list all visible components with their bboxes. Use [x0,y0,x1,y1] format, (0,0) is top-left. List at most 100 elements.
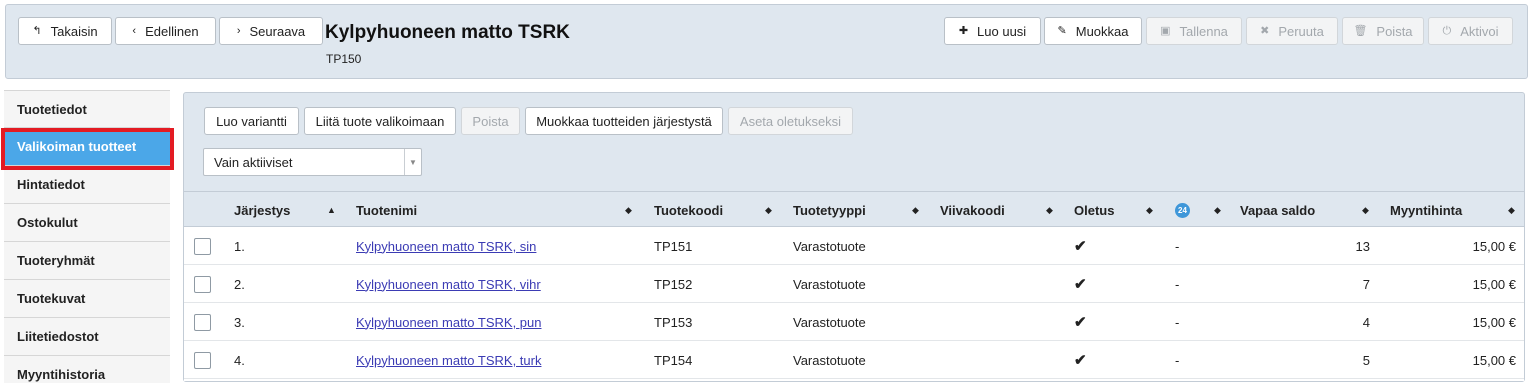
sidebar-item-purchase-costs[interactable]: Ostokulut [4,204,170,242]
row-price: 15,00 € [1472,238,1516,254]
back-button-label: Takaisin [50,23,98,39]
row-checkbox[interactable] [194,313,211,331]
column-code[interactable]: Tuotekoodi [654,192,723,228]
row-price: 15,00 € [1472,352,1516,368]
row-free-balance: 5 [1362,352,1370,368]
create-variant-button[interactable]: Luo variantti [204,107,299,135]
row-order: 4. [234,352,245,368]
products-table: Järjestys ▲ Tuotenimi ◆ Tuotekoodi ◆ Tuo… [184,191,1524,381]
pencil-icon: ✎ [1057,24,1067,37]
row-checkbox[interactable] [194,237,211,255]
new-button-label: Luo uusi [977,23,1027,39]
save-button[interactable]: ▣ Tallenna [1146,17,1242,45]
sidebar-item-pricing[interactable]: Hintatiedot [4,166,170,204]
row-code: TP151 [654,238,693,254]
previous-button-label: Edellinen [145,23,199,39]
product-link[interactable]: Kylpyhuoneen matto TSRK, vihr [356,277,541,292]
save-button-label: Tallenna [1179,23,1228,39]
row-order: 3. [234,314,245,330]
sort-icon[interactable]: ◆ [1214,192,1221,228]
product-code: TP150 [326,52,362,66]
row-order: 2. [234,276,245,292]
column-default[interactable]: Oletus [1074,192,1114,228]
row-free-balance: 7 [1362,276,1370,292]
activate-button-label: Aktivoi [1460,23,1499,39]
column-price[interactable]: Myyntihinta [1390,192,1462,228]
sort-icon[interactable]: ◆ [765,192,772,228]
attach-product-button[interactable]: Liitä tuote valikoimaan [304,107,456,135]
row-order: 1. [234,238,245,254]
sort-icon[interactable]: ◆ [912,192,919,228]
edit-button[interactable]: ✎ Muokkaa [1044,17,1142,45]
floppy-icon: ▣ [1160,24,1171,37]
sort-icon[interactable]: ◆ [1146,192,1153,228]
row-badge-value: - [1175,352,1180,368]
table-row[interactable]: 1. Kylpyhuoneen matto TSRK, sin TP151 Va… [184,227,1524,265]
sidebar-item-sales-history[interactable]: Myyntihistoria [4,356,170,383]
row-code: TP153 [654,314,693,330]
sidebar-item-product-images[interactable]: Tuotekuvat [4,280,170,318]
calendar-badge-icon: 24 [1175,202,1190,218]
sidebar-item-product-info[interactable]: Tuotetiedot [4,90,170,128]
page-title: Kylpyhuoneen matto TSRK [325,22,570,43]
back-arrow-icon: ↰ [32,24,42,37]
column-free-balance[interactable]: Vapaa saldo [1240,192,1315,228]
edit-button-label: Muokkaa [1075,23,1129,39]
column-badge[interactable]: 24 [1175,192,1190,228]
sidebar-item-product-groups[interactable]: Tuoteryhmät [4,242,170,280]
table-row[interactable]: 3. Kylpyhuoneen matto TSRK, pun TP153 Va… [184,303,1524,341]
sidebar-item-assortment-products[interactable]: Valikoiman tuotteet [4,128,170,166]
row-type: Varastotuote [793,276,866,292]
row-type: Varastotuote [793,238,866,254]
toggle-icon: ⏻ [1442,24,1452,37]
row-badge-value: - [1175,276,1180,292]
set-default-button[interactable]: Aseta oletukseksi [728,107,853,135]
row-checkbox[interactable] [194,275,211,293]
active-filter-select[interactable]: Vain aktiiviset ▼ [203,148,422,176]
row-free-balance: 4 [1362,314,1370,330]
dropdown-arrow-icon: ▼ [404,149,421,175]
new-button[interactable]: ✚ Luo uusi [944,17,1041,45]
back-button[interactable]: ↰ Takaisin [18,17,112,45]
cancel-button[interactable]: ✖ Peruuta [1246,17,1338,45]
row-type: Varastotuote [793,314,866,330]
next-button[interactable]: › Seuraava [219,17,323,45]
table-row[interactable]: 2. Kylpyhuoneen matto TSRK, vihr TP152 V… [184,265,1524,303]
chevron-left-icon: ‹ [132,24,137,37]
row-code: TP152 [654,276,693,292]
row-badge-value: - [1175,314,1180,330]
edit-order-button[interactable]: Muokkaa tuotteiden järjestystä [525,107,723,135]
table-row[interactable]: 4. Kylpyhuoneen matto TSRK, turk TP154 V… [184,341,1524,379]
column-name[interactable]: Tuotenimi [356,192,417,228]
sort-icon[interactable]: ◆ [1046,192,1053,228]
next-button-label: Seuraava [249,23,306,39]
row-checkbox[interactable] [194,351,211,369]
active-filter-value: Vain aktiiviset [214,154,293,170]
previous-button[interactable]: ‹ Edellinen [115,17,216,45]
sort-icon[interactable]: ◆ [1508,192,1515,228]
default-check-icon: ✔ [1074,238,1087,255]
activate-button[interactable]: ⏻ Aktivoi [1428,17,1513,45]
plus-icon: ✚ [958,24,969,37]
delete-button[interactable]: 🗑 Poista [1342,17,1424,45]
sidebar-item-attachments[interactable]: Liitetiedostot [4,318,170,356]
row-badge-value: - [1175,238,1180,254]
product-link[interactable]: Kylpyhuoneen matto TSRK, pun [356,315,542,330]
trash-icon: 🗑 [1353,24,1368,37]
sort-asc-icon[interactable]: ▲ [327,192,336,228]
column-type[interactable]: Tuotetyyppi [793,192,866,228]
default-check-icon: ✔ [1074,352,1087,369]
remove-button[interactable]: Poista [461,107,520,135]
sort-icon[interactable]: ◆ [625,192,632,228]
row-price: 15,00 € [1472,314,1516,330]
row-free-balance: 13 [1355,238,1370,254]
table-header: Järjestys ▲ Tuotenimi ◆ Tuotekoodi ◆ Tuo… [184,191,1524,227]
column-order[interactable]: Järjestys [234,192,290,228]
chevron-right-icon: › [236,24,241,37]
product-link[interactable]: Kylpyhuoneen matto TSRK, sin [356,239,536,254]
sidebar: Tuotetiedot Valikoiman tuotteet Hintatie… [4,90,170,383]
row-price: 15,00 € [1472,276,1516,292]
product-link[interactable]: Kylpyhuoneen matto TSRK, turk [356,353,541,368]
sort-icon[interactable]: ◆ [1362,192,1369,228]
column-barcode[interactable]: Viivakoodi [940,192,1005,228]
